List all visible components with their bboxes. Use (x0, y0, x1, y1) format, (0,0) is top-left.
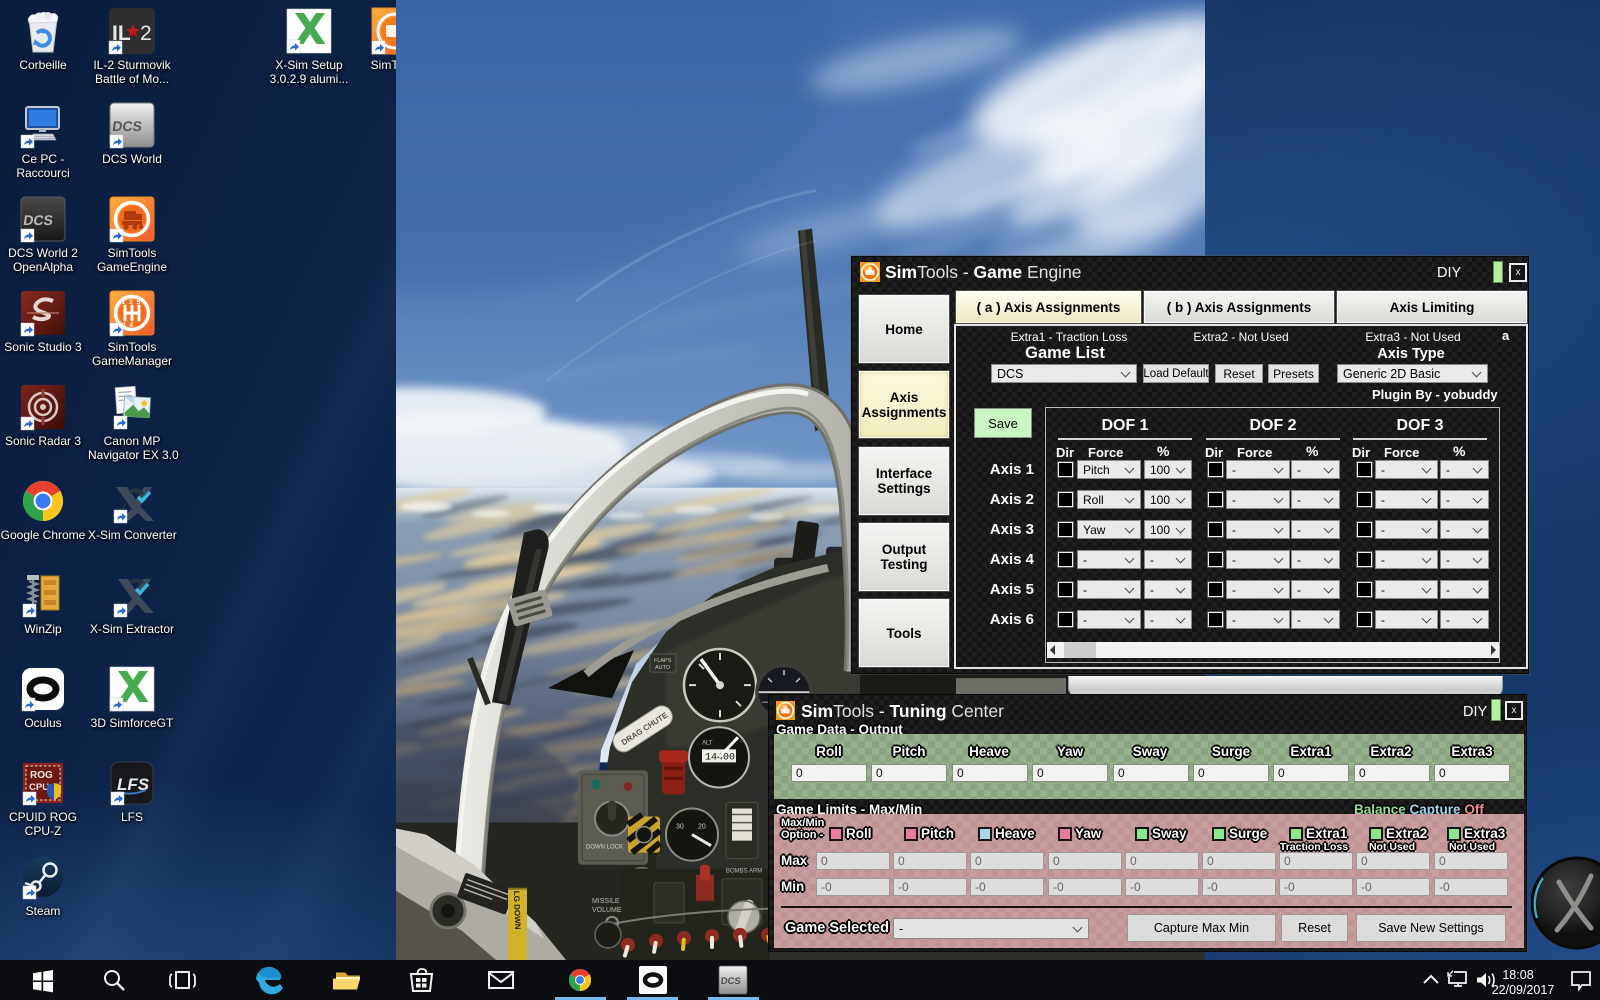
svg-text:FLAPS: FLAPS (654, 658, 672, 664)
svg-text:DCS: DCS (22, 212, 54, 228)
svg-text:ALT: ALT (702, 740, 713, 746)
svg-text:3: 3 (129, 299, 133, 306)
svg-text:20: 20 (698, 824, 706, 831)
svg-text:1: 1 (122, 299, 126, 306)
svg-text:2: 2 (140, 22, 152, 45)
svg-text:MISSILE: MISSILE (592, 898, 620, 905)
svg-text:22/09/2017: 22/09/2017 (1492, 983, 1555, 997)
svg-text:LG DOWN: LG DOWN (512, 891, 522, 930)
svg-text:4: 4 (130, 322, 134, 329)
svg-text:5: 5 (137, 299, 141, 306)
svg-text:ROG: ROG (30, 770, 53, 781)
svg-text:BOMBS ARM: BOMBS ARM (726, 869, 762, 875)
svg-text:DOWN LOCK: DOWN LOCK (586, 845, 623, 851)
svg-text:VOLUME: VOLUME (592, 907, 622, 914)
svg-text:18:08: 18:08 (1502, 968, 1533, 982)
svg-text:AUTO: AUTO (655, 665, 671, 671)
svg-text:DCS: DCS (111, 118, 143, 134)
svg-text:DCS: DCS (720, 976, 741, 987)
svg-text:30: 30 (676, 824, 684, 831)
